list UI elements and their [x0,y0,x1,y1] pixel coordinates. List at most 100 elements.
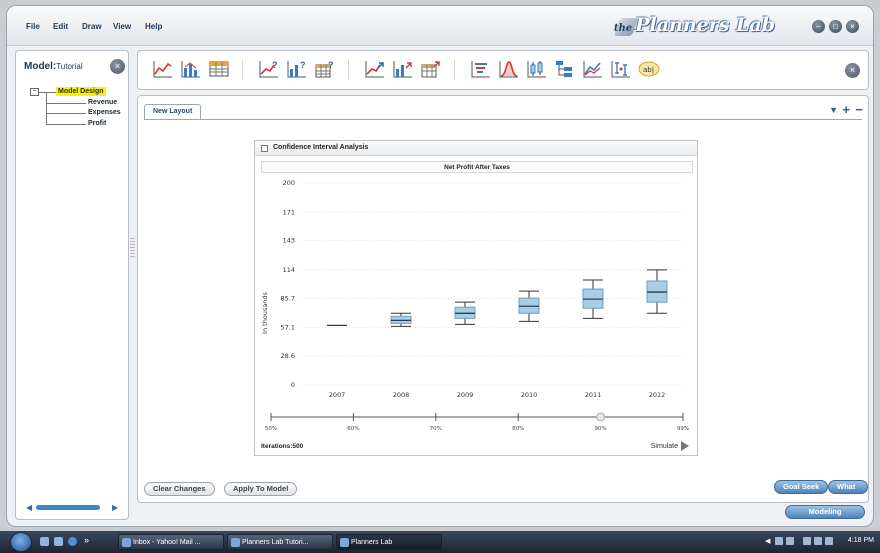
menu-file[interactable]: File [26,22,40,31]
goal-seek-button[interactable]: Goal Seek [774,480,829,494]
x-tick-label: 2009 [457,391,474,399]
modeling-button[interactable]: Modeling [785,505,865,519]
browser-icon [122,538,131,547]
task-planners-lab-tutorial[interactable]: Planners Lab Tutori... [227,534,333,550]
table-goalseek-icon[interactable] [420,59,442,79]
menu-edit[interactable]: Edit [53,22,68,31]
brand-name: Planners Lab [635,14,775,36]
minimize-icon[interactable]: – [812,20,825,33]
tornado-icon[interactable] [470,59,492,79]
task-planners-lab[interactable]: Planners Lab [336,534,442,550]
internet-explorer-icon[interactable] [68,537,77,546]
close-icon[interactable]: × [846,20,859,33]
layout-panel: New Layout ▼ + − Confidence Interval Ana… [137,95,869,503]
widget-header: Confidence Interval Analysis [255,141,697,156]
slider-tick-label: 70% [430,426,442,432]
apply-to-model-button[interactable]: Apply To Model [224,482,298,496]
maximize-icon[interactable]: □ [829,20,842,33]
taskbar-clock: 4:18 PM [847,537,874,544]
toolbar-separator [348,60,349,80]
svg-text:?: ? [300,60,306,70]
menu-view[interactable]: View [113,22,131,31]
boxplot-chart: 0 28.6 57.1 85.7 114 143 171 200 2007 2008 2009 20… [261,179,689,432]
scroll-thumb[interactable] [36,505,100,510]
confidence-icon[interactable] [526,59,548,79]
start-button-icon[interactable] [10,532,32,552]
horizontal-scrollbar[interactable]: ◀ ▶ [26,503,120,512]
slider-thumb[interactable] [596,412,606,422]
table-icon[interactable] [208,59,230,79]
line-chart-icon[interactable] [152,59,174,79]
y-axis-label: In thousands [261,291,269,333]
tab-divider [144,119,862,120]
line-goalseek-icon[interactable] [364,59,386,79]
widget-select-checkbox[interactable] [261,145,268,152]
confidence-interval-widget[interactable]: Confidence Interval Analysis Net Profit … [254,140,698,456]
tab-menu-icon[interactable]: ▼ [829,105,838,115]
tray-display-icon[interactable] [803,537,811,545]
x-tick-label: 2011 [585,391,602,399]
show-desktop-icon[interactable] [40,537,49,546]
box-2008 [390,312,412,327]
tree-icon[interactable] [554,59,576,79]
simulate-label: Simulate [650,442,678,450]
chart-title: Net Profit After Taxes [261,161,693,173]
scenario-icon[interactable] [582,59,604,79]
tree-connector [46,92,47,125]
table-whatif-icon[interactable]: ? [314,59,336,79]
menu-bar: File Edit Draw View Help the Planners Lab… [7,6,873,46]
tree-item-model-design[interactable]: Model Design [56,87,106,96]
collapse-toggle[interactable]: − [30,88,39,96]
tray-network-icon[interactable] [775,537,783,545]
svg-text:?: ? [272,60,278,70]
model-tree-panel: Model:Tutorial × − Model Design Revenue … [15,50,129,520]
tray-volume-icon[interactable] [825,537,833,545]
task-inbox-yahoo-mail[interactable]: Inbox - Yahoo! Mail ... [118,534,224,550]
y-tick-label: 28.6 [281,352,295,360]
add-tab-icon[interactable]: + [842,102,850,117]
y-tick-label: 85.7 [281,294,295,302]
tray-expand-icon[interactable]: ◀ [765,537,770,545]
bar-chart-icon[interactable] [180,59,202,79]
tree-item-profit[interactable]: Profit [88,120,106,127]
label-icon[interactable]: ab| [638,59,660,79]
tab-new-layout[interactable]: New Layout [144,104,202,119]
slider-tick-label: 99% [677,426,689,432]
model-title: Model:Tutorial [24,61,83,72]
line-whatif-icon[interactable]: ? [258,59,280,79]
bar-whatif-icon[interactable]: ? [286,59,308,79]
quick-launch-overflow[interactable]: » [84,535,89,545]
what-if-button[interactable]: What If [828,480,868,503]
bar-goalseek-icon[interactable] [392,59,414,79]
panel-splitter[interactable] [130,238,135,258]
tray-app-icon[interactable] [786,537,794,545]
remove-tab-icon[interactable]: − [855,102,863,117]
tree-connector [46,103,86,104]
close-toolbar-icon[interactable]: × [845,63,860,78]
simulate-button[interactable]: Simulate [651,441,689,451]
iterations-label: Iterations:500 [261,443,303,450]
tree-item-revenue[interactable]: Revenue [88,99,117,106]
y-tick-label: 171 [283,208,295,216]
iterations-value: 500 [292,443,304,450]
brand-prefix: the [613,23,633,34]
menu-draw[interactable]: Draw [82,22,102,31]
window-switcher-icon[interactable] [54,537,63,546]
interval-icon[interactable] [610,59,632,79]
slider-tick-label: 90% [594,426,606,432]
scroll-right-icon[interactable]: ▶ [112,503,118,512]
box-2010 [518,290,540,322]
menu-help[interactable]: Help [145,22,162,31]
app-icon [340,538,349,547]
clear-changes-button[interactable]: Clear Changes [144,482,215,496]
iterations-text: Iterations: [261,443,293,450]
tree-connector [46,113,86,114]
box-2012 [646,269,668,314]
tray-network-status-icon[interactable] [814,537,822,545]
close-panel-icon[interactable]: × [110,59,125,74]
tree-item-expenses[interactable]: Expenses [88,109,121,116]
distribution-icon[interactable] [498,59,520,79]
model-name: Tutorial [56,62,83,71]
y-tick-label: 57.1 [281,323,295,331]
scroll-left-icon[interactable]: ◀ [26,503,32,512]
